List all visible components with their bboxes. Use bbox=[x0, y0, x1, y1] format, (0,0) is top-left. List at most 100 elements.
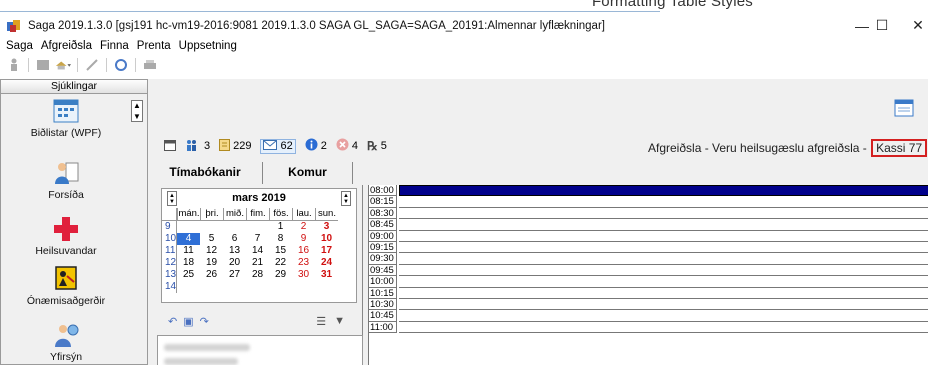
schedule-slot[interactable] bbox=[399, 231, 928, 242]
redacted-provider-name bbox=[164, 344, 250, 351]
schedule-slot[interactable] bbox=[399, 196, 928, 208]
sidebar-item-onaemisadgerdir[interactable]: Ónæmisaðgerðir bbox=[1, 266, 131, 307]
calendar-day[interactable]: 23 bbox=[292, 257, 315, 269]
calendar-day[interactable]: 29 bbox=[269, 269, 292, 281]
filter-icon[interactable]: ▼ bbox=[334, 315, 345, 328]
window-title: Saga 2019.1.3.0 [gsj191 hc-vm19-2016:908… bbox=[28, 19, 605, 32]
calendar-day[interactable]: 17 bbox=[315, 245, 338, 257]
calendar-day[interactable]: 22 bbox=[269, 257, 292, 269]
schedule-slot[interactable] bbox=[399, 299, 928, 311]
calendar-day[interactable]: 2 bbox=[292, 221, 315, 233]
menu-afgreidsla[interactable]: Afgreiðsla bbox=[41, 40, 92, 55]
schedule-slot[interactable] bbox=[399, 185, 928, 197]
calendar-day[interactable]: 31 bbox=[315, 269, 338, 281]
layout-window-icon[interactable] bbox=[894, 98, 914, 118]
sidebar-item-heilsuvandar[interactable]: Heilsuvandar bbox=[1, 216, 131, 257]
schedule-slot[interactable] bbox=[399, 253, 928, 265]
background-window-strip: Formatting Table Styles bbox=[0, 0, 928, 13]
calendar-day[interactable]: 25 bbox=[177, 269, 200, 281]
edit-icon[interactable] bbox=[84, 58, 100, 72]
calendar-day[interactable]: 13 bbox=[223, 245, 246, 257]
calendar-day[interactable]: 19 bbox=[200, 257, 223, 269]
menu-saga[interactable]: Saga bbox=[6, 40, 33, 55]
envelope-counter[interactable]: 62 bbox=[260, 138, 296, 154]
menu-prenta[interactable]: Prenta bbox=[137, 40, 171, 55]
calendar-day[interactable]: 4 bbox=[177, 233, 200, 245]
tab-komur[interactable]: Komur bbox=[263, 162, 353, 184]
calendar-day bbox=[246, 221, 269, 233]
calendar-day[interactable]: 14 bbox=[246, 245, 269, 257]
list-view-icon[interactable]: ☰ bbox=[316, 315, 326, 328]
calendar-day[interactable]: 20 bbox=[223, 257, 246, 269]
calendar-day[interactable]: 28 bbox=[246, 269, 269, 281]
sidebar-item-bidlistar[interactable]: Biðlistar (WPF) bbox=[1, 98, 131, 139]
month-spinner-left[interactable]: ▲ ▼ bbox=[167, 191, 177, 206]
calendar-day[interactable]: 5 bbox=[200, 233, 223, 245]
calendar-day[interactable]: 6 bbox=[223, 233, 246, 245]
redo-icon[interactable]: ↷ bbox=[200, 315, 209, 328]
calendar-today-icon[interactable]: ▣ bbox=[183, 315, 193, 328]
calendar-counter[interactable] bbox=[164, 139, 176, 154]
calendar-day[interactable]: 21 bbox=[246, 257, 269, 269]
calendar-day[interactable]: 9 bbox=[292, 233, 315, 245]
sidebar-item-forsida[interactable]: Forsíða bbox=[1, 160, 131, 201]
appointment-schedule: 08:00 08:15 08:30 08:45 09:00 09:15 09:30 09:45… bbox=[368, 185, 928, 365]
calendar-day[interactable]: 26 bbox=[200, 269, 223, 281]
menu-uppsetning[interactable]: Uppsetning bbox=[179, 40, 237, 55]
calendar-day[interactable]: 7 bbox=[246, 233, 269, 245]
cancel-counter[interactable]: 4 bbox=[336, 138, 358, 154]
clipboard-counter[interactable]: 229 bbox=[219, 138, 251, 154]
info-icon bbox=[305, 138, 318, 154]
undo-icon[interactable]: ↶ bbox=[168, 315, 177, 328]
calendar-day[interactable]: 16 bbox=[292, 245, 315, 257]
schedule-slot[interactable] bbox=[399, 219, 928, 231]
weekday-label: mið. bbox=[223, 208, 246, 220]
patient-icon[interactable] bbox=[6, 58, 22, 72]
calendar-day[interactable]: 15 bbox=[269, 245, 292, 257]
people-counter[interactable]: 3 bbox=[185, 139, 210, 154]
sidebar-scroll-control[interactable]: ▲ ▼ bbox=[131, 100, 143, 122]
schedule-slot[interactable] bbox=[399, 322, 928, 334]
calendar-day[interactable]: 12 bbox=[200, 245, 223, 257]
refresh-icon[interactable] bbox=[113, 58, 129, 72]
info-counter[interactable]: 2 bbox=[305, 138, 327, 154]
prescription-counter[interactable]: ℞ 5 bbox=[367, 139, 387, 153]
calendar-panel: ▲ ▼ mars 2019 ▲ ▼ mán. þri. mið. fim. fös.… bbox=[148, 185, 363, 365]
sidebar-item-label: Forsíða bbox=[48, 189, 84, 201]
calendar-day[interactable]: 8 bbox=[269, 233, 292, 245]
calendar-day[interactable]: 30 bbox=[292, 269, 315, 281]
scroll-up-icon[interactable]: ▲ bbox=[133, 101, 141, 110]
saga-app-icon[interactable] bbox=[6, 19, 22, 33]
background-divider bbox=[0, 11, 660, 12]
schedule-slot[interactable] bbox=[399, 242, 928, 254]
calendar-week-row: 10 4 5 6 7 8 9 10 bbox=[162, 233, 338, 245]
schedule-slot[interactable] bbox=[399, 208, 928, 220]
schedule-slot[interactable] bbox=[399, 310, 928, 322]
print-icon[interactable] bbox=[142, 58, 158, 72]
home-dropdown-icon[interactable] bbox=[55, 58, 71, 72]
sidebar-item-yfirsyn[interactable]: Yfirsýn bbox=[1, 322, 131, 363]
schedule-slot[interactable] bbox=[399, 276, 928, 288]
calendar-day[interactable]: 3 bbox=[315, 221, 338, 233]
calendar-day[interactable]: 18 bbox=[177, 257, 200, 269]
redacted-provider-name bbox=[164, 358, 238, 365]
menu-finna[interactable]: Finna bbox=[100, 40, 129, 55]
open-record-icon[interactable] bbox=[35, 58, 51, 72]
schedule-slot[interactable] bbox=[399, 265, 928, 277]
scroll-down-icon[interactable]: ▼ bbox=[133, 112, 141, 121]
calendar-day[interactable]: 1 bbox=[269, 221, 292, 233]
calendar-day bbox=[269, 281, 292, 293]
provider-list[interactable] bbox=[157, 335, 363, 365]
people-icon bbox=[185, 139, 201, 154]
cancel-icon bbox=[336, 138, 349, 154]
calendar-day bbox=[177, 221, 200, 233]
tab-timabokanir[interactable]: Tímabókanir bbox=[148, 162, 263, 184]
calendar-day[interactable]: 24 bbox=[315, 257, 338, 269]
close-button[interactable]: ✕ bbox=[895, 13, 928, 38]
calendar-day[interactable]: 11 bbox=[177, 245, 200, 257]
month-spinner-right[interactable]: ▲ ▼ bbox=[341, 191, 351, 206]
sidebar-item-label: Biðlistar (WPF) bbox=[30, 127, 102, 139]
schedule-slot[interactable] bbox=[399, 288, 928, 299]
calendar-day[interactable]: 10 bbox=[315, 233, 338, 245]
calendar-day[interactable]: 27 bbox=[223, 269, 246, 281]
